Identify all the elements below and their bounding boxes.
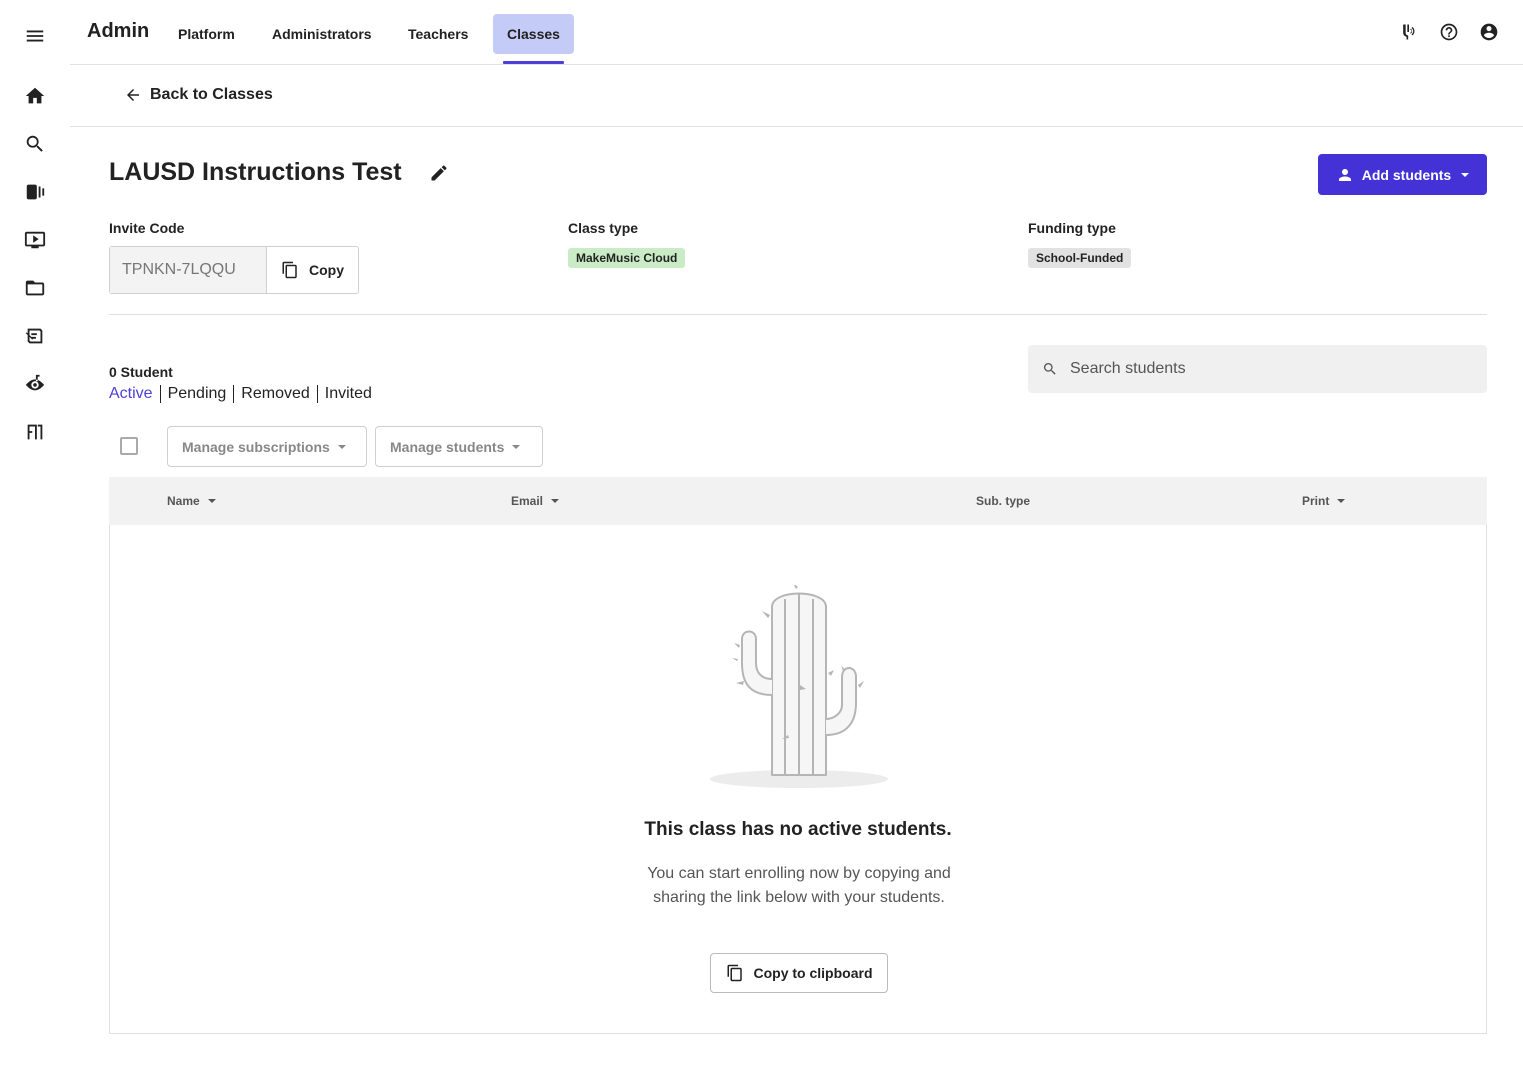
section-divider bbox=[109, 314, 1487, 315]
add-students-button[interactable]: Add students bbox=[1318, 154, 1487, 195]
filter-separator bbox=[159, 385, 161, 403]
sort-caret-icon bbox=[1337, 499, 1346, 503]
column-email[interactable]: Email bbox=[511, 494, 560, 508]
copy-icon bbox=[282, 261, 297, 279]
back-label: Back to Classes bbox=[150, 86, 273, 103]
empty-state-text: You can start enrolling now by copying a… bbox=[647, 865, 951, 906]
search-box bbox=[1028, 345, 1487, 393]
filter-invited[interactable]: Invited bbox=[325, 385, 372, 403]
column-name[interactable]: Name bbox=[167, 494, 216, 508]
filter-separator bbox=[233, 385, 235, 403]
sort-caret-icon bbox=[551, 499, 560, 503]
top-bar: Admin Platform Administrators Teachers C… bbox=[70, 0, 1523, 65]
copy-icon bbox=[727, 964, 742, 982]
add-students-label: Add students bbox=[1361, 166, 1452, 183]
empty-state: This class has no active students. You c… bbox=[109, 525, 1487, 1034]
funding-type-label: Funding type bbox=[1028, 220, 1116, 236]
help-icon[interactable] bbox=[1437, 20, 1461, 44]
tuner-icon[interactable] bbox=[1397, 20, 1421, 44]
class-type-badge: MakeMusic Cloud bbox=[568, 248, 686, 268]
active-tab-indicator bbox=[503, 61, 564, 64]
column-sub-type-label: Sub. type bbox=[976, 494, 1031, 508]
column-print-label: Print bbox=[1302, 494, 1330, 508]
filter-active[interactable]: Active bbox=[109, 385, 153, 403]
column-print[interactable]: Print bbox=[1302, 494, 1346, 508]
search-icon[interactable] bbox=[19, 128, 51, 160]
filter-pending[interactable]: Pending bbox=[168, 385, 227, 403]
left-rail bbox=[0, 0, 70, 1074]
invite-code-field: TPNKN-7LQQU Copy bbox=[109, 246, 359, 294]
caret-down-icon bbox=[337, 444, 346, 449]
eye-music-icon[interactable] bbox=[19, 368, 51, 400]
tab-classes[interactable]: Classes bbox=[493, 14, 574, 54]
tab-teachers[interactable]: Teachers bbox=[394, 14, 482, 54]
manage-subscriptions-label: Manage subscriptions bbox=[182, 438, 330, 455]
student-count: 0 Student bbox=[109, 364, 173, 380]
search-students-input[interactable] bbox=[1070, 360, 1450, 378]
invite-code-label: Invite Code bbox=[109, 220, 185, 236]
select-all-checkbox[interactable] bbox=[120, 437, 138, 455]
funding-type-badge: School-Funded bbox=[1028, 248, 1132, 268]
copy-invite-button[interactable]: Copy bbox=[267, 247, 358, 293]
filter-removed[interactable]: Removed bbox=[241, 385, 309, 403]
back-to-classes-link[interactable]: Back to Classes bbox=[124, 86, 273, 104]
search-icon bbox=[1043, 363, 1056, 375]
manage-subscriptions-button[interactable]: Manage subscriptions bbox=[167, 426, 367, 467]
video-icon[interactable] bbox=[19, 224, 51, 256]
cactus-illustration bbox=[710, 585, 888, 788]
edit-icon[interactable] bbox=[429, 163, 451, 185]
assignments-icon[interactable] bbox=[19, 320, 51, 352]
copy-to-clipboard-label: Copy to clipboard bbox=[753, 965, 873, 981]
app-brand: Admin bbox=[87, 20, 150, 42]
copy-label: Copy bbox=[309, 262, 344, 278]
exit-icon[interactable] bbox=[19, 416, 51, 448]
status-filters: Active Pending Removed Invited bbox=[109, 385, 372, 403]
column-email-label: Email bbox=[511, 494, 544, 508]
caret-down-icon bbox=[1461, 172, 1470, 177]
caret-down-icon bbox=[512, 444, 521, 449]
account-icon[interactable] bbox=[1477, 20, 1501, 44]
copy-to-clipboard-button[interactable]: Copy to clipboard bbox=[710, 953, 888, 993]
folder-icon[interactable] bbox=[19, 272, 51, 304]
tab-administrators[interactable]: Administrators bbox=[258, 14, 386, 54]
column-sub-type: Sub. type bbox=[976, 494, 1030, 508]
tab-platform[interactable]: Platform bbox=[164, 14, 249, 54]
column-name-label: Name bbox=[167, 494, 200, 508]
back-bar: Back to Classes bbox=[70, 65, 1523, 127]
class-type-label: Class type bbox=[568, 220, 639, 236]
manage-students-button[interactable]: Manage students bbox=[375, 426, 543, 467]
filter-separator bbox=[316, 385, 318, 403]
table-header: Name Email Sub. type Print bbox=[109, 477, 1487, 525]
menu-icon[interactable] bbox=[19, 20, 51, 52]
empty-state-title: This class has no active students. bbox=[644, 819, 952, 840]
sort-caret-icon bbox=[207, 499, 216, 503]
person-icon bbox=[1338, 168, 1351, 181]
home-icon[interactable] bbox=[19, 80, 51, 112]
page-title: LAUSD Instructions Test bbox=[109, 158, 402, 186]
arrow-left-icon bbox=[127, 89, 139, 101]
invite-code-value[interactable]: TPNKN-7LQQU bbox=[110, 247, 267, 293]
library-icon[interactable] bbox=[19, 176, 51, 208]
manage-students-label: Manage students bbox=[390, 438, 505, 455]
